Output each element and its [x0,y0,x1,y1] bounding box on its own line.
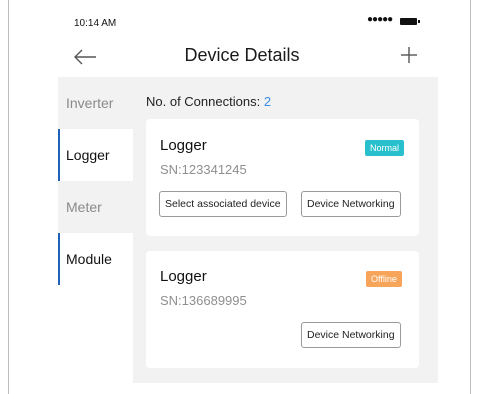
sidebar-item-inverter[interactable]: Inverter [58,77,133,129]
connections-summary: No. of Connections: 2 [146,94,271,109]
connections-label: No. of Connections: [146,94,261,109]
battery-icon [400,18,420,25]
device-name: Logger [160,268,207,285]
frame-border-left [8,0,9,394]
status-badge: Normal [365,140,405,156]
connections-count: 2 [263,94,272,109]
plus-icon[interactable] [398,44,420,66]
select-associated-device-button[interactable]: Select associated device [159,191,287,217]
device-name: Logger [160,137,207,154]
device-networking-button[interactable]: Device Networking [301,322,401,348]
signal-icon: ●●●●● [367,14,393,25]
sidebar-filler [58,285,133,383]
device-card: Logger SN:136689995 Offline Device Netwo… [146,251,419,368]
page-title: Device Details [184,45,300,65]
status-time: 10:14 AM [74,18,117,29]
device-serial: SN:123341245 [160,162,247,177]
sidebar-item-logger[interactable]: Logger [58,129,133,181]
back-arrow-icon[interactable] [72,46,98,68]
sidebar-item-meter[interactable]: Meter [58,181,133,233]
status-badge: Offline [366,271,402,287]
frame-border-right [470,0,471,394]
device-serial: SN:136689995 [160,293,247,308]
device-card: Logger SN:123341245 Normal Select associ… [146,119,419,236]
sidebar-item-module[interactable]: Module [58,233,133,285]
device-networking-button[interactable]: Device Networking [301,191,401,217]
sidebar-item-label: Module [66,251,112,267]
